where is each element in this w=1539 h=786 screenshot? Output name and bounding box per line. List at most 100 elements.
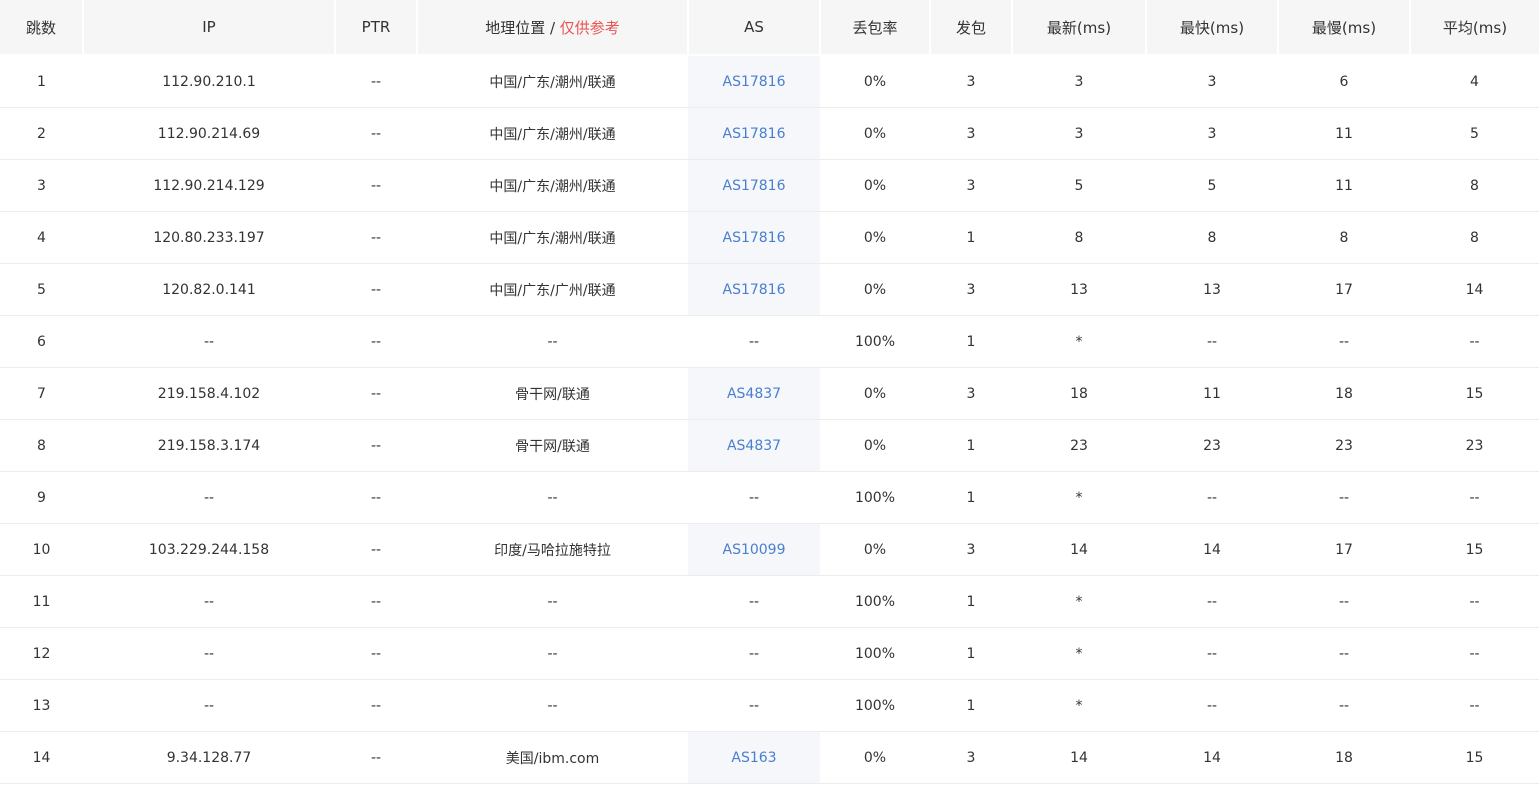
cell-worst: 11 [1278,159,1410,212]
cell-last: 5 [1012,159,1146,212]
cell-geo: 中国/广东/广州/联通 [417,263,688,316]
cell-geo: 中国/广东/潮州/联通 [417,211,688,264]
cell-hop: 12 [0,627,83,680]
as-number-link[interactable]: AS17816 [723,282,786,298]
cell-hop: 9 [0,471,83,524]
cell-sent: 1 [930,211,1012,264]
cell-worst: -- [1278,471,1410,524]
as-number-link[interactable]: AS17816 [723,178,786,194]
cell-ptr: -- [335,627,417,680]
cell-last: * [1012,575,1146,628]
cell-best: 3 [1146,55,1278,108]
col-header-loss: 丢包率 [820,0,931,56]
cell-last: * [1012,315,1146,368]
cell-hop: 8 [0,419,83,472]
cell-as: AS17816 [688,55,820,108]
table-row: 12 -- -- -- -- 100% 1 * -- -- -- [0,627,1539,680]
cell-geo: 中国/广东/潮州/联通 [417,159,688,212]
cell-avg: 5 [1410,107,1539,160]
cell-geo: -- [417,471,688,524]
cell-ptr: -- [335,55,417,108]
cell-sent: 3 [930,367,1012,420]
table-row: 6 -- -- -- -- 100% 1 * -- -- -- [0,315,1539,368]
cell-sent: 3 [930,55,1012,108]
cell-loss: 100% [820,315,930,368]
cell-avg: 15 [1410,731,1539,784]
cell-ptr: -- [335,471,417,524]
cell-geo: -- [417,679,688,732]
as-number-link[interactable]: AS4837 [727,438,781,454]
cell-avg: 4 [1410,55,1539,108]
cell-avg: -- [1410,679,1539,732]
as-number-empty: -- [748,333,760,350]
table-header: 跳数 IP PTR 地理位置 / 仅供参考 AS 丢包率 发包 最新(ms) 最… [0,0,1539,56]
cell-loss: 0% [820,55,930,108]
table-body: 1 112.90.210.1 -- 中国/广东/潮州/联通 AS17816 0% 3 3 3 6 4… [0,55,1539,784]
cell-geo: -- [417,627,688,680]
cell-ptr: -- [335,211,417,264]
traceroute-table: 跳数 IP PTR 地理位置 / 仅供参考 AS 丢包率 发包 最新(ms) 最… [0,0,1539,784]
table-row: 7 219.158.4.102 -- 骨干网/联通 AS4837 0% 3 18 11 18 15 [0,367,1539,420]
table-row: 4 120.80.233.197 -- 中国/广东/潮州/联通 AS17816 0% 1 8 8… [0,211,1539,264]
col-header-last: 最新(ms) [1012,0,1147,56]
cell-best: -- [1146,627,1278,680]
cell-best: 14 [1146,523,1278,576]
cell-avg: 15 [1410,367,1539,420]
cell-best: -- [1146,471,1278,524]
geo-header-note: 仅供参考 [559,18,620,37]
as-number-link[interactable]: AS10099 [723,542,786,558]
cell-worst: 17 [1278,263,1410,316]
cell-sent: 1 [930,575,1012,628]
cell-last: 3 [1012,107,1146,160]
as-number-link[interactable]: AS17816 [723,230,786,246]
geo-header-separator: / [545,18,560,37]
cell-as: AS17816 [688,211,820,264]
cell-last: * [1012,627,1146,680]
cell-best: 14 [1146,731,1278,784]
as-number-link[interactable]: AS4837 [727,386,781,402]
table-row: 11 -- -- -- -- 100% 1 * -- -- -- [0,575,1539,628]
cell-worst: -- [1278,627,1410,680]
cell-ptr: -- [335,419,417,472]
cell-worst: 11 [1278,107,1410,160]
cell-loss: 0% [820,159,930,212]
cell-last: 18 [1012,367,1146,420]
col-header-ptr: PTR [335,0,418,56]
cell-worst: 18 [1278,731,1410,784]
as-number-link[interactable]: AS163 [731,750,776,766]
as-number-empty: -- [748,697,760,714]
table-row: 5 120.82.0.141 -- 中国/广东/广州/联通 AS17816 0% 3 13 13… [0,263,1539,316]
cell-as: AS17816 [688,159,820,212]
cell-loss: 0% [820,211,930,264]
cell-sent: 3 [930,523,1012,576]
cell-ip: 9.34.128.77 [83,731,335,784]
cell-worst: -- [1278,315,1410,368]
col-header-worst: 最慢(ms) [1278,0,1411,56]
col-header-as: AS [688,0,821,56]
cell-avg: 8 [1410,211,1539,264]
cell-loss: 0% [820,367,930,420]
cell-as: AS17816 [688,263,820,316]
cell-ptr: -- [335,107,417,160]
col-header-ip: IP [83,0,336,56]
cell-geo: 中国/广东/潮州/联通 [417,107,688,160]
header-row: 跳数 IP PTR 地理位置 / 仅供参考 AS 丢包率 发包 最新(ms) 最… [0,0,1539,56]
cell-loss: 0% [820,263,930,316]
cell-ptr: -- [335,263,417,316]
cell-ip: -- [83,679,335,732]
cell-sent: 1 [930,679,1012,732]
cell-worst: 17 [1278,523,1410,576]
cell-sent: 3 [930,263,1012,316]
cell-ptr: -- [335,679,417,732]
cell-best: 3 [1146,107,1278,160]
cell-best: 8 [1146,211,1278,264]
as-number-link[interactable]: AS17816 [723,126,786,142]
as-number-link[interactable]: AS17816 [723,74,786,90]
cell-ip: 112.90.210.1 [83,55,335,108]
cell-geo: 骨干网/联通 [417,367,688,420]
cell-as: AS4837 [688,367,820,420]
col-header-geo: 地理位置 / 仅供参考 [417,0,689,56]
geo-header-label: 地理位置 [485,18,546,37]
cell-sent: 3 [930,159,1012,212]
cell-last: 3 [1012,55,1146,108]
